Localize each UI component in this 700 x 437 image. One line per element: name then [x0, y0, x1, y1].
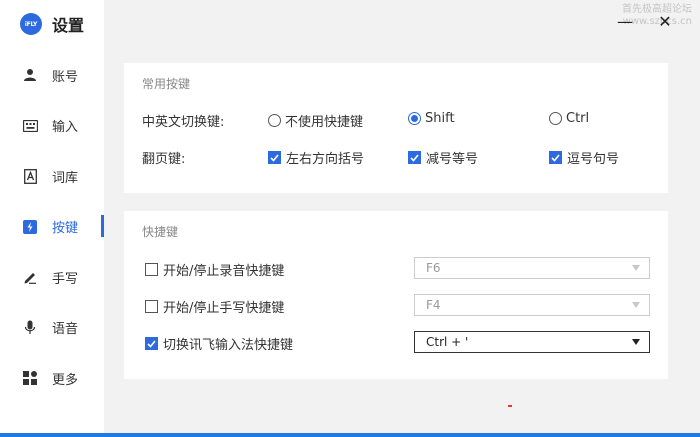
checkbox-minus-equal[interactable]: 减号等号 — [408, 148, 478, 167]
option-label: 开始/停止手写快捷键 — [163, 301, 285, 316]
option-label: 逗号句号 — [567, 152, 620, 167]
checkbox-record-shortcut[interactable]: 开始/停止录音快捷键 — [145, 260, 284, 279]
checkbox-indicator — [145, 263, 158, 276]
sidebar-item-label: 按键 — [52, 221, 79, 237]
checkbox-comma-period[interactable]: 逗号句号 — [549, 148, 619, 167]
sidebar-item-input[interactable]: 输入 — [0, 101, 104, 152]
sidebar-item-label: 更多 — [52, 372, 79, 388]
option-label: 减号等号 — [426, 152, 479, 167]
option-label: 不使用快捷键 — [285, 115, 364, 130]
sidebar-item-label: 手写 — [52, 271, 79, 287]
sidebar-item-label: 输入 — [52, 120, 79, 136]
radio-no-shortcut[interactable]: 不使用快捷键 — [268, 111, 363, 130]
checkbox-indicator — [408, 151, 421, 164]
common-keys-panel: 常用按键 中英文切换键: 不使用快捷键 Shift Ctrl 翻页键: 左右方向… — [124, 63, 668, 193]
sidebar-item-label: 语音 — [52, 322, 79, 338]
radio-indicator — [408, 112, 421, 125]
shortcuts-panel: 快捷键 开始/停止录音快捷键 F6 开始/停止手写快捷键 F4 切换讯飞输入法快… — [124, 211, 668, 379]
sidebar-nav: 账号 输入 词库 按键 手写 语音 更多 — [0, 50, 104, 404]
panel-title: 常用按键 — [142, 77, 191, 91]
checkbox-indicator — [268, 151, 281, 164]
microphone-icon — [22, 320, 38, 336]
user-icon — [22, 67, 38, 83]
select-value: Ctrl + ' — [426, 335, 469, 349]
option-label: 左右方向括号 — [286, 152, 365, 167]
checkmark-icon — [147, 339, 156, 348]
option-label: Shift — [425, 111, 455, 126]
checkmark-icon — [551, 153, 560, 162]
chevron-down-icon — [632, 339, 640, 345]
sidebar-item-account[interactable]: 账号 — [0, 50, 104, 101]
select-value: F4 — [426, 298, 441, 312]
handwrite-shortcut-select[interactable]: F4 — [414, 294, 650, 316]
chevron-down-icon — [632, 302, 640, 308]
checkbox-handwrite-shortcut[interactable]: 开始/停止手写快捷键 — [145, 297, 284, 316]
radio-indicator — [268, 114, 281, 127]
ifly-logo-icon: iFLY — [20, 13, 42, 35]
app-header: iFLY 设置 — [20, 12, 84, 36]
switch-ime-shortcut-select[interactable]: Ctrl + ' — [414, 331, 650, 353]
switch-key-label: 中英文切换键: — [142, 115, 225, 130]
window-controls: — ✕ — [596, 10, 676, 32]
settings-window: iFLY 设置 账号 输入 词库 按键 手写 语音 更多 首先极高超论坛 www… — [0, 0, 700, 433]
radio-ctrl[interactable]: Ctrl — [549, 111, 589, 126]
checkmark-icon — [270, 153, 279, 162]
option-label: 开始/停止录音快捷键 — [163, 264, 285, 279]
select-value: F6 — [426, 261, 441, 275]
checkbox-brackets[interactable]: 左右方向括号 — [268, 148, 364, 167]
decorative-mark — [508, 405, 512, 407]
app-title: 设置 — [52, 16, 85, 35]
window-bottom-border — [0, 433, 700, 437]
checkbox-switch-ime-shortcut[interactable]: 切换讯飞输入法快捷键 — [145, 334, 293, 353]
option-label: Ctrl — [566, 111, 590, 126]
panel-title: 快捷键 — [142, 225, 179, 239]
sidebar-item-more[interactable]: 更多 — [0, 353, 104, 404]
minimize-button[interactable]: — — [614, 10, 636, 32]
checkbox-indicator — [145, 300, 158, 313]
checkbox-indicator — [145, 337, 158, 350]
sidebar-item-keys[interactable]: 按键 — [0, 202, 104, 253]
sidebar-item-label: 词库 — [52, 170, 79, 186]
page-key-label: 翻页键: — [142, 152, 186, 167]
pen-icon — [22, 269, 38, 285]
record-shortcut-select[interactable]: F6 — [414, 257, 650, 279]
chevron-down-icon — [632, 265, 640, 271]
sidebar-item-lexicon[interactable]: 词库 — [0, 151, 104, 202]
keyboard-icon — [22, 118, 38, 134]
close-button[interactable]: ✕ — [654, 10, 676, 32]
grid-icon — [22, 370, 38, 386]
sidebar-item-label: 账号 — [52, 69, 79, 85]
checkbox-indicator — [549, 151, 562, 164]
option-label: 切换讯飞输入法快捷键 — [163, 338, 294, 353]
key-icon — [22, 219, 38, 235]
radio-shift[interactable]: Shift — [408, 111, 455, 126]
sidebar-item-voice[interactable]: 语音 — [0, 303, 104, 354]
radio-indicator — [549, 112, 562, 125]
sidebar-item-handwriting[interactable]: 手写 — [0, 252, 104, 303]
lexicon-icon — [22, 168, 38, 184]
sidebar: iFLY 设置 账号 输入 词库 按键 手写 语音 更多 — [0, 0, 104, 433]
checkmark-icon — [410, 153, 419, 162]
